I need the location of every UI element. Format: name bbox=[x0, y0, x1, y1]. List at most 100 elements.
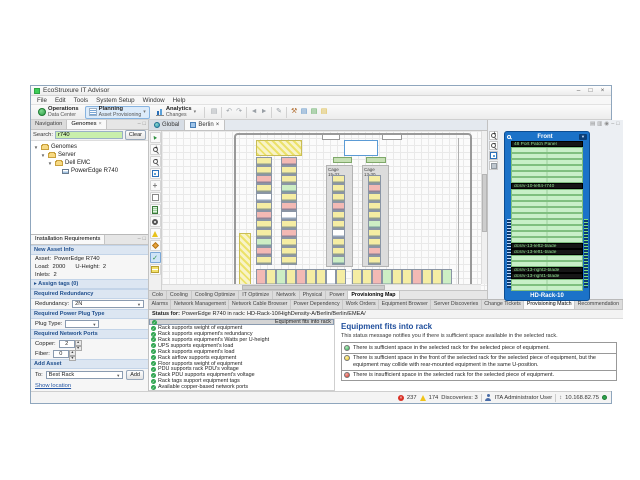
rack-empty-slot[interactable] bbox=[511, 285, 583, 291]
expand-toggle-icon[interactable]: ▼ bbox=[33, 145, 39, 150]
tab-genomes[interactable]: Genomes× bbox=[67, 120, 106, 129]
report-green-icon[interactable]: ▤ bbox=[309, 106, 319, 118]
error-count-icon[interactable]: × bbox=[398, 395, 404, 401]
redundancy-select[interactable]: 2N ▼ bbox=[72, 300, 144, 308]
floor-rack[interactable] bbox=[281, 202, 297, 211]
tree-item-dell-emc[interactable]: ▼Dell EMC bbox=[31, 159, 148, 167]
minimize-window-button[interactable]: – bbox=[573, 86, 584, 95]
tab-berlin[interactable]: Berlin× bbox=[185, 120, 225, 130]
plug-type-select[interactable]: ▼ bbox=[65, 320, 99, 328]
save-icon[interactable]: ▤ bbox=[209, 106, 219, 118]
floor-rack[interactable] bbox=[256, 175, 272, 184]
zoom-in-tool[interactable]: + bbox=[150, 144, 161, 155]
tab-server-discoveries[interactable]: Server Discoveries bbox=[431, 300, 481, 309]
catalog-yellow-icon[interactable]: ▤ bbox=[319, 106, 329, 118]
tab-provisioning-match[interactable]: Provisioning Match bbox=[524, 300, 575, 309]
tab-installation-requirements[interactable]: Installation Requirements bbox=[31, 235, 105, 244]
scrollbar-thumb[interactable] bbox=[482, 174, 487, 232]
floor-rack[interactable] bbox=[368, 256, 381, 265]
check-item-available-copper-based-network-ports[interactable]: ✓Available copper-based network ports bbox=[149, 384, 334, 390]
legend-tool[interactable] bbox=[150, 264, 161, 275]
close-icon[interactable]: × bbox=[216, 120, 220, 130]
rack-zoom-in-button[interactable]: + bbox=[489, 131, 498, 140]
floor-rack[interactable] bbox=[256, 220, 272, 229]
wall-unit[interactable] bbox=[382, 134, 402, 140]
floor-rack[interactable] bbox=[368, 175, 381, 184]
panel-minimize-icon[interactable]: ‒ bbox=[138, 236, 141, 242]
back-icon[interactable]: ◄ bbox=[249, 106, 259, 118]
floor-plan-canvas[interactable]: Cage 15-32 Cage 13-30 bbox=[162, 131, 487, 290]
rack-zoom-icon[interactable] bbox=[507, 135, 511, 139]
floor-rack[interactable] bbox=[368, 184, 381, 193]
rack-pdu-left[interactable] bbox=[507, 219, 511, 288]
error-count[interactable]: 237 bbox=[407, 395, 417, 401]
warning-count[interactable]: 174 bbox=[429, 395, 439, 401]
provisioning-tool[interactable]: ✓ bbox=[150, 252, 161, 263]
scrollbar-thumb[interactable] bbox=[242, 285, 386, 290]
wrench-icon[interactable]: ⚒ bbox=[289, 106, 299, 118]
floor-rack[interactable] bbox=[281, 247, 297, 256]
zoom-out-tool[interactable]: − bbox=[150, 156, 161, 167]
rack-pdu-right[interactable] bbox=[584, 219, 588, 288]
add-rack-tool[interactable] bbox=[150, 204, 161, 215]
map-vertical-scrollbar[interactable] bbox=[481, 131, 487, 284]
perspective-operations[interactable]: OperationsData Center bbox=[34, 106, 83, 119]
floor-rack[interactable] bbox=[281, 175, 297, 184]
print-icon[interactable]: ▥ bbox=[597, 121, 602, 129]
menu-item-edit[interactable]: Edit bbox=[51, 97, 70, 104]
floor-rack[interactable] bbox=[368, 220, 381, 229]
floor-rack[interactable] bbox=[332, 220, 345, 229]
floor-rack[interactable] bbox=[368, 229, 381, 238]
redo-icon[interactable]: ↷ bbox=[234, 106, 244, 118]
stepper-down-icon[interactable]: ▼ bbox=[69, 356, 76, 362]
floor-rack[interactable] bbox=[332, 202, 345, 211]
floor-rack[interactable] bbox=[256, 193, 272, 202]
floor-rack[interactable] bbox=[368, 193, 381, 202]
tab-network-management[interactable]: Network Management bbox=[171, 300, 229, 309]
floor-rack[interactable] bbox=[332, 256, 345, 265]
zoom-fit-tool[interactable] bbox=[150, 168, 161, 179]
report-blue-icon[interactable]: ▤ bbox=[299, 106, 309, 118]
rack-front-view[interactable]: Front ▼ 48 Port Patch Paneldcsrv-10-left… bbox=[504, 131, 590, 301]
properties-icon[interactable]: ▤ bbox=[590, 121, 595, 129]
floor-rack[interactable] bbox=[256, 247, 272, 256]
menu-item-system-setup[interactable]: System Setup bbox=[92, 97, 139, 104]
assign-tags-expander[interactable]: ▸ Assign tags (0) bbox=[31, 279, 148, 289]
pdu-unit[interactable] bbox=[333, 157, 352, 163]
floor-rack[interactable] bbox=[368, 247, 381, 256]
tree-item-server[interactable]: ▼Server bbox=[31, 151, 148, 159]
pdu-unit[interactable] bbox=[366, 157, 386, 163]
map-horizontal-scrollbar[interactable] bbox=[162, 284, 481, 290]
mode-tab-cooling-optimize[interactable]: Cooling Optimize bbox=[192, 291, 239, 299]
pin-icon[interactable]: ◉ bbox=[604, 121, 609, 129]
mode-tab-it-optimize[interactable]: IT Optimize bbox=[239, 291, 273, 299]
floor-rack[interactable] bbox=[332, 247, 345, 256]
floor-rack[interactable] bbox=[256, 256, 272, 265]
menu-item-tools[interactable]: Tools bbox=[70, 97, 92, 104]
tab-network-cable-browser[interactable]: Network Cable Browser bbox=[229, 300, 291, 309]
floor-rack[interactable] bbox=[281, 220, 297, 229]
floor-rack[interactable] bbox=[332, 229, 345, 238]
tab-equipment-browser[interactable]: Equipment Browser bbox=[379, 300, 431, 309]
fiber-stepper[interactable]: 0 ▲▼ bbox=[53, 350, 76, 358]
tab-recommendation[interactable]: Recommendation bbox=[575, 300, 623, 309]
menu-item-window[interactable]: Window bbox=[139, 97, 169, 104]
panel-minimize-icon[interactable]: ‒ bbox=[611, 121, 614, 129]
expand-toggle-icon[interactable]: ▼ bbox=[47, 161, 53, 166]
select-tool[interactable]: ▲ bbox=[150, 132, 161, 143]
rack-view-options-button[interactable] bbox=[489, 161, 498, 170]
panel-maximize-icon[interactable]: □ bbox=[616, 121, 619, 129]
tab-global[interactable]: Global bbox=[149, 120, 185, 130]
pan-tool[interactable]: + bbox=[150, 180, 161, 191]
mode-tab-cooling[interactable]: Cooling bbox=[167, 291, 192, 299]
clear-search-button[interactable]: Clear bbox=[125, 130, 146, 140]
settings-tool[interactable] bbox=[150, 216, 161, 227]
menu-item-file[interactable]: File bbox=[33, 97, 51, 104]
tab-change-tickets[interactable]: Change Tickets bbox=[482, 300, 525, 309]
floor-rack[interactable] bbox=[332, 193, 345, 202]
chevron-down-icon[interactable]: ▾ bbox=[143, 109, 146, 115]
tab-alarms[interactable]: Alarms bbox=[149, 300, 171, 309]
mode-tab-physical[interactable]: Physical bbox=[300, 291, 327, 299]
panel-minimize-icon[interactable]: ‒ bbox=[138, 121, 141, 127]
tab-navigation[interactable]: Navigation bbox=[31, 120, 67, 129]
